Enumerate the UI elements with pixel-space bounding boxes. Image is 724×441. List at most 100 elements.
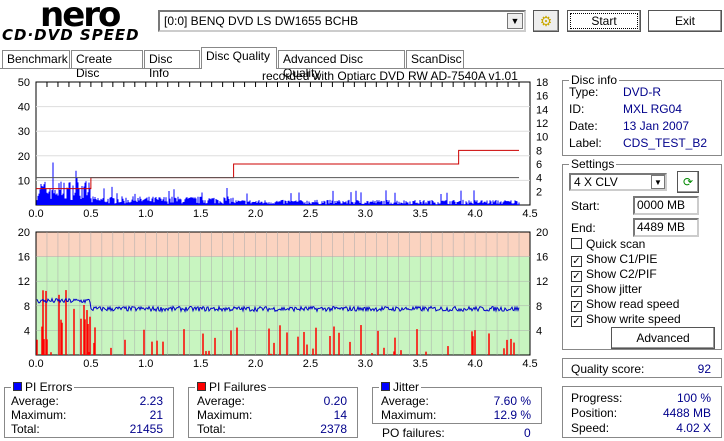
- pie-maximum: 21: [149, 408, 163, 422]
- tab-advanced-disc-quality[interactable]: Advanced Disc Quality: [278, 50, 405, 80]
- cd-dvd-speed-logo: CD·DVD SPEED: [2, 26, 140, 44]
- x-tick-label: 2.5: [303, 358, 318, 370]
- po-failures-label: PO failures:: [382, 426, 445, 440]
- quality-score-value: 92: [697, 362, 711, 376]
- chevron-down-icon[interactable]: ▼: [507, 13, 523, 29]
- end-label: End:: [571, 221, 596, 235]
- top-plot-area: [35, 81, 531, 206]
- checkbox-icon[interactable]: [571, 238, 582, 249]
- x-tick-label: 3.5: [413, 358, 428, 370]
- exit-button[interactable]: Exit: [648, 10, 722, 32]
- type-value: DVD-R: [623, 85, 661, 99]
- pi-failures-group: PI Failures Average: 0.20 Maximum: 14 Tota…: [188, 380, 358, 438]
- end-input[interactable]: 4489 MB: [633, 218, 699, 237]
- checkbox-show-jitter[interactable]: ✓ Show jitter: [571, 282, 642, 297]
- speed-select[interactable]: 4 X CLV ▼: [569, 173, 667, 191]
- tab-disc-info[interactable]: Disc Info: [144, 50, 200, 80]
- tab-scandisc[interactable]: ScanDisc: [406, 50, 464, 68]
- y2-tick-label: 14: [536, 104, 548, 116]
- advanced-button[interactable]: Advanced: [611, 327, 715, 349]
- jitter-maximum-label: Maximum:: [381, 408, 437, 422]
- checkbox-icon[interactable]: ✓: [571, 256, 582, 267]
- x-tick-label: 4.0: [467, 358, 482, 370]
- blue-legend-icon: [381, 382, 390, 391]
- tab-create-disc[interactable]: Create Disc: [71, 50, 143, 80]
- blue-legend-icon: [13, 382, 22, 391]
- quality-score: Quality score: 92: [562, 358, 722, 378]
- refresh-icon: ⟳: [682, 175, 694, 189]
- checkbox-show-write-speed[interactable]: ✓ Show write speed: [571, 312, 681, 327]
- x-tick-label: 3.0: [358, 358, 373, 370]
- x-tick-label: 3.0: [358, 208, 373, 220]
- label-label: Label:: [569, 136, 602, 150]
- checkbox-show-c2-pif[interactable]: ✓ Show C2/PIF: [571, 267, 657, 282]
- y-tick-label: 12: [18, 276, 30, 288]
- date-value: 13 Jan 2007: [623, 119, 690, 133]
- progress-value: 100 %: [676, 391, 711, 405]
- start-label: Start:: [571, 199, 600, 213]
- drive-select[interactable]: [0:0] BENQ DVD LS DW1655 BCHB ▼: [158, 10, 526, 32]
- pie-maximum-label: Maximum:: [11, 408, 67, 422]
- disc-info-group: Disc info Type: DVD-R ID: MXL RG04 Date: 13…: [562, 73, 722, 156]
- start-input[interactable]: 0000 MB: [633, 196, 699, 215]
- x-tick-label: 4.5: [522, 208, 537, 220]
- pie-average: 2.23: [139, 394, 163, 408]
- checkbox-icon[interactable]: ✓: [571, 301, 582, 312]
- jitter-maximum: 12.9 %: [493, 408, 531, 422]
- progress-label: Progress:: [571, 391, 623, 405]
- checkbox-show-read-speed[interactable]: ✓ Show read speed: [571, 297, 679, 312]
- y2-tick-label: 10: [536, 132, 548, 144]
- pi-errors-group: PI Errors Average: 2.23 Maximum: 21 Total:…: [4, 380, 174, 438]
- tab-benchmark[interactable]: Benchmark: [2, 50, 70, 68]
- chevron-down-icon[interactable]: ▼: [651, 175, 665, 189]
- id-value: MXL RG04: [623, 102, 682, 116]
- position-value: 4488 MB: [662, 406, 711, 420]
- y2-tick-label: 16: [536, 91, 548, 103]
- checkbox-show-c1-pie[interactable]: ✓ Show C1/PIE: [571, 252, 657, 267]
- jitter-title: Jitter: [379, 380, 422, 394]
- x-tick-label: 4.0: [467, 208, 482, 220]
- y-tick-label: 30: [18, 126, 30, 138]
- checkbox-label: Show read speed: [586, 297, 680, 311]
- checkbox-icon[interactable]: ✓: [571, 316, 582, 327]
- speed-value: 4 X CLV: [574, 175, 618, 189]
- x-tick-label: 2.0: [248, 358, 263, 370]
- tab-disc-quality[interactable]: Disc Quality: [201, 47, 277, 69]
- drive-config-button[interactable]: ⚙: [533, 10, 559, 32]
- checkbox-label: Show write speed: [586, 312, 681, 326]
- disc-quality-charts: 1020304050246810121416180.0 0.5 1.0 1.5 2.0 2…: [18, 77, 549, 370]
- y2-tick-label: 8: [536, 145, 542, 157]
- checkbox-icon[interactable]: ✓: [571, 271, 582, 282]
- jitter-group: Jitter Average: 7.60 % Maximum: 12.9 %: [372, 380, 542, 424]
- checkbox-icon[interactable]: ✓: [571, 286, 582, 297]
- y-tick-label: 16: [18, 252, 30, 264]
- pif-total: 2378: [320, 422, 347, 436]
- y2-tick-label: 2: [536, 186, 542, 198]
- gear-icon: ⚙: [539, 13, 553, 29]
- y2-tick-label: 18: [536, 77, 548, 89]
- y-tick-label: 50: [18, 77, 30, 89]
- pie-total: 21455: [129, 422, 163, 436]
- type-label: Type:: [569, 85, 599, 99]
- x-tick-label: 1.0: [138, 358, 153, 370]
- refresh-button[interactable]: ⟳: [677, 171, 699, 193]
- x-tick-label: 1.5: [193, 358, 208, 370]
- speed-value-readout: 4.02 X: [676, 421, 711, 435]
- pif-average-label: Average:: [197, 394, 245, 408]
- position-label: Position:: [571, 406, 618, 420]
- y2-tick-label: 16: [536, 252, 548, 264]
- label-value: CDS_TEST_B2: [623, 136, 708, 150]
- checkbox-label: Show jitter: [586, 282, 643, 296]
- y-tick-label: 40: [18, 102, 30, 114]
- red-legend-icon: [197, 382, 206, 391]
- pif-total-label: Total:: [197, 422, 226, 436]
- pif-maximum: 14: [333, 408, 347, 422]
- checkbox-quick-scan[interactable]: Quick scan: [571, 237, 645, 251]
- id-label: ID:: [569, 102, 585, 116]
- progress-group: Progress: 100 % Position: 4488 MB Speed: 4.…: [562, 386, 722, 438]
- y2-tick-label: 4: [536, 173, 542, 185]
- start-button[interactable]: Start: [567, 10, 641, 32]
- speed-label: Speed:: [571, 421, 610, 435]
- y-tick-label: 4: [24, 325, 30, 337]
- jitter-average: 7.60 %: [493, 394, 531, 408]
